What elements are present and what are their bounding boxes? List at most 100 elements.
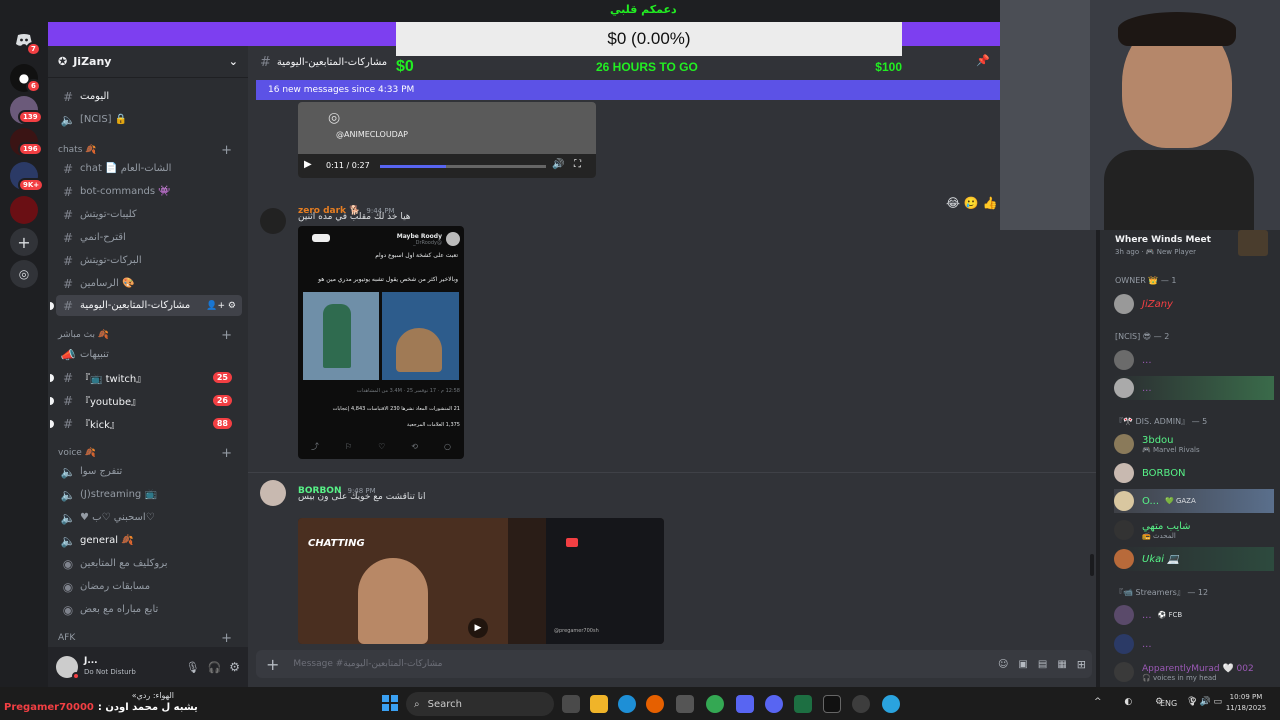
stage-channel[interactable]: ◉ بروكليف مع المتابعين — [56, 553, 242, 574]
video-embed[interactable]: CHATTING @pregamer700sh ▶ — [298, 518, 664, 644]
video-seek-bar[interactable] — [380, 165, 546, 168]
invite-settings-icons[interactable]: 👤+ ⚙ — [206, 301, 236, 311]
app-icon[interactable] — [852, 695, 870, 713]
microphone-icon[interactable]: 🎙 — [186, 661, 200, 674]
firefox-icon[interactable] — [646, 695, 664, 713]
avatar — [1114, 549, 1134, 569]
add-attachment-icon[interactable]: + — [266, 655, 279, 674]
video-player[interactable]: ◎ @ANIMECLOUDAP ▶ 0:11 / 0:27 🔊 ⛶ — [298, 102, 596, 178]
task-view-icon[interactable] — [562, 695, 580, 713]
channel-label: مسابقات رمضان — [80, 581, 151, 592]
activities-icon[interactable]: ⊞ — [1077, 658, 1086, 671]
reaction-emoji[interactable]: 🥲 — [964, 196, 979, 210]
reaction-emoji[interactable]: 👍 — [983, 196, 998, 210]
tiktok-icon[interactable] — [823, 695, 841, 713]
member-item[interactable]: O... 💚 GAZA — [1114, 489, 1274, 513]
channel-label: bot-commands 👾 — [80, 186, 171, 197]
video-controls: ▶ 0:11 / 0:27 🔊 ⛶ — [298, 154, 596, 178]
message-composer[interactable]: + Message #مشاركات-المتابعين-اليومية ☺▣▤… — [256, 650, 1092, 678]
server-icon-active[interactable] — [10, 196, 38, 224]
play-icon[interactable]: ▶ — [304, 159, 312, 170]
channel-item[interactable]: # الرسامين 🎨 — [56, 273, 242, 294]
member-item[interactable]: ... — [1114, 376, 1274, 400]
voice-channel[interactable]: 🔈 تتفرج سوا — [56, 461, 242, 482]
server-header[interactable]: ✪ JiZany ⌄ — [48, 46, 248, 78]
sticker-icon[interactable]: ▤ — [1038, 659, 1057, 670]
volume-icon[interactable]: 🔊 — [552, 159, 564, 170]
chevron-down-icon[interactable]: ⌄ — [229, 55, 238, 68]
channel-item-active[interactable]: # مشاركات-المتابعين-اليومية 👤+ ⚙ — [50, 295, 242, 316]
voice-channel[interactable]: 🔈 (J)streaming 📺 — [56, 484, 242, 505]
windows-start-icon[interactable] — [382, 695, 398, 711]
channel-label: [NCIS] 🔒 — [80, 114, 128, 125]
fullscreen-icon[interactable]: ⛶ — [574, 159, 581, 170]
reaction-emoji[interactable]: 😂 — [946, 196, 960, 210]
member-item[interactable]: ... ⚽ FCB — [1114, 603, 1274, 627]
avatar[interactable] — [260, 480, 286, 506]
play-icon[interactable]: ▶ — [468, 618, 488, 638]
member-item[interactable]: Ukai 💻 — [1114, 547, 1274, 571]
stage-channel[interactable]: ◉ مسابقات رمضان — [56, 576, 242, 597]
file-explorer-icon[interactable] — [590, 695, 608, 713]
member-item[interactable]: شايب متهي 📻 المحدث — [1114, 518, 1274, 542]
app-launcher-icon[interactable]: ☺ — [998, 659, 1018, 670]
telegram-icon[interactable] — [882, 695, 900, 713]
channel-item[interactable]: 📣 تنبيهات — [56, 344, 242, 365]
channel-item[interactable]: 🔈 [NCIS] 🔒 — [56, 109, 242, 130]
category-chats[interactable]: chats 🍂 + — [58, 143, 238, 158]
avatar[interactable] — [56, 656, 80, 680]
app-icon[interactable] — [736, 695, 754, 713]
channel-item[interactable]: # 『youtube』 26 — [50, 390, 242, 411]
channel-item[interactable]: # chat 📄 الشات-العام — [56, 158, 242, 179]
scrollbar-thumb[interactable] — [1090, 554, 1094, 576]
avatar[interactable] — [260, 208, 286, 234]
member-item[interactable]: ... — [1114, 632, 1274, 656]
discord-icon[interactable] — [765, 695, 783, 713]
channel-item[interactable]: # البركات-تويتش — [56, 250, 242, 271]
excel-icon[interactable] — [794, 695, 812, 713]
tweet-screenshot-image[interactable]: Maybe Roody @DrRoody_ تعبت على كشخة اول … — [298, 226, 464, 459]
stage-channel[interactable]: ◉ تابع مباراه مع بعض — [56, 599, 242, 620]
new-messages-banner[interactable]: 16 new messages since 4:33 PM — [256, 80, 1000, 100]
add-channel-icon[interactable]: + — [221, 328, 232, 343]
channel-label: تابع مباراه مع بعض — [80, 604, 159, 615]
gif-icon[interactable]: ▣ — [1018, 659, 1037, 670]
edge-icon[interactable] — [618, 695, 636, 713]
explore-compass-icon[interactable]: ◎ — [10, 260, 38, 288]
member-item[interactable]: ApparentlyMurad 🤍 002 🎧 voices in my head — [1114, 660, 1274, 684]
headphones-icon[interactable]: 🎧 — [208, 661, 222, 674]
category-live[interactable]: بث مباشر 🍂 + — [58, 328, 238, 343]
pin-icon[interactable]: 📌 — [976, 54, 990, 67]
settings-gear-icon[interactable]: ⚙ — [229, 660, 240, 674]
chrome-icon[interactable] — [706, 695, 724, 713]
member-group-label: [NCIS] 😎 — 2 — [1115, 332, 1170, 341]
member-item[interactable]: BORBON — [1114, 461, 1274, 485]
add-channel-icon[interactable]: + — [221, 631, 232, 646]
language-indicator[interactable]: ENG — [1160, 699, 1177, 708]
member-item[interactable]: 3bdou 🎮 Marvel Rivals — [1114, 432, 1274, 456]
voice-channel[interactable]: 🔈 ♥ اسحبني ♡ب♡ — [56, 507, 242, 528]
taskbar-search[interactable]: ⌕ Search — [406, 692, 554, 716]
voice-channel[interactable]: 🔈 general 🍂 — [56, 530, 242, 551]
add-channel-icon[interactable]: + — [221, 446, 232, 461]
reaction-bar[interactable]: 😂 🥲 👍 — [946, 196, 998, 210]
channel-item[interactable]: # 『📺 twitch』 25 — [50, 367, 242, 388]
tweet-photo-left — [303, 292, 379, 380]
channel-item[interactable]: # اليومت — [56, 86, 242, 107]
image-icon[interactable]: ▦ — [1057, 659, 1076, 670]
add-server-icon[interactable]: + — [10, 228, 38, 256]
unread-indicator — [50, 373, 54, 382]
network-volume-battery-icons[interactable]: ⚲ 🔊 ▭ — [1190, 697, 1222, 707]
member-item[interactable]: JiZany — [1114, 292, 1274, 316]
member-item[interactable]: ... — [1114, 348, 1274, 372]
add-channel-icon[interactable]: + — [221, 143, 232, 158]
category-afk[interactable]: AFK + — [58, 631, 238, 646]
clock[interactable]: 10:09 PM 11/18/2025 — [1224, 692, 1268, 714]
channel-item[interactable]: # اقترح-انمي — [56, 227, 242, 248]
channel-item[interactable]: # 『kick』 88 — [50, 413, 242, 434]
channel-item[interactable]: # bot-commands 👾 — [56, 181, 242, 202]
category-voice[interactable]: voice 🍂 + — [58, 446, 238, 461]
channel-item[interactable]: # كليبات-تويتش — [56, 204, 242, 225]
member-name: 3bdou — [1142, 434, 1174, 446]
app-icon[interactable] — [676, 695, 694, 713]
